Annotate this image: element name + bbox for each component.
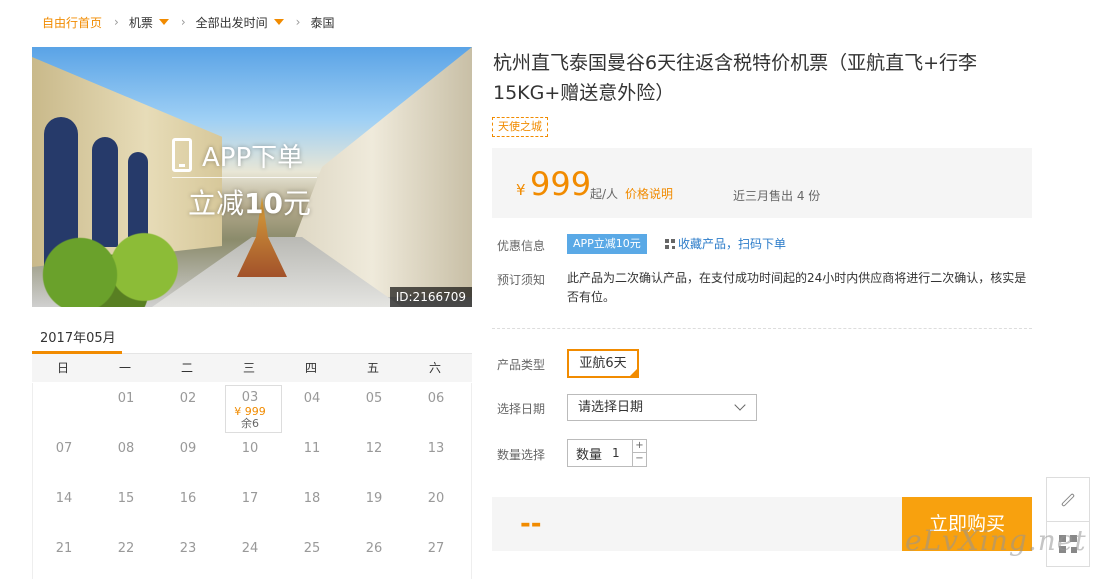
breadcrumb: 自由行首页 › 机票 › 全部出发时间 › 泰国: [42, 13, 335, 31]
calendar-day: 04: [303, 391, 321, 406]
product-tag: 天使之城: [492, 117, 548, 137]
favorite-scan-link[interactable]: 收藏产品，扫码下单: [665, 235, 786, 252]
weekday-mon: 一: [118, 361, 131, 375]
price-box: ¥ 999 起/人 价格说明 近三月售出 4 份: [492, 148, 1032, 218]
product-type-option[interactable]: 亚航6天: [567, 349, 639, 378]
calendar-day: 18: [303, 491, 321, 506]
sales-count: 近三月售出 4 份: [733, 189, 821, 203]
pencil-icon: [1060, 492, 1076, 507]
product-type-label: 产品类型: [497, 358, 546, 372]
calendar-month-tab[interactable]: 2017年05月: [40, 327, 116, 346]
quantity-decrement-button[interactable]: −: [633, 453, 646, 466]
calendar-day: 19: [365, 491, 383, 506]
product-type-option-label: 亚航6天: [579, 356, 627, 371]
promo-label: 优惠信息: [497, 239, 546, 253]
calendar-day: 05: [365, 391, 383, 406]
calendar-grid: 01 02 03 ¥ 999 余6 04 05 06 07 08 09 10 1…: [32, 383, 472, 579]
favorite-scan-label: 收藏产品，扫码下单: [678, 237, 787, 251]
app-promo-overlay: APP下单 立减10元: [172, 135, 317, 220]
calendar-day: 10: [241, 441, 259, 456]
notice-text: 此产品为二次确认产品，在支付成功时间起的24小时内供应商将进行二次确认，核实是否…: [567, 271, 1027, 304]
calendar-day: 02: [179, 391, 197, 406]
selected-check-icon: [629, 368, 638, 377]
price-unit: 起/人: [590, 187, 619, 201]
image-id-label: ID:2166709: [389, 287, 472, 307]
calendar-day: 15: [117, 491, 135, 506]
weekday-tue: 二: [180, 361, 193, 375]
quantity-label: 数量选择: [497, 448, 546, 462]
quantity-input[interactable]: 1: [612, 446, 634, 460]
calendar-day: 06: [427, 391, 445, 406]
breadcrumb-separator-icon: ›: [295, 15, 301, 29]
promo-line1: APP下单: [202, 142, 304, 173]
calendar-day: 08: [117, 441, 135, 456]
dropdown-triangle-icon: [273, 19, 284, 25]
chevron-down-icon: [734, 399, 746, 411]
breadcrumb-item-label: 机票: [128, 15, 153, 30]
arch-window-graphic: [128, 152, 148, 237]
calendar-day: 23: [179, 541, 197, 556]
feedback-button[interactable]: [1047, 478, 1089, 522]
trees-graphic: [32, 227, 192, 307]
price-currency: ¥: [516, 181, 526, 199]
product-image: APP下单 立减10元 ID:2166709: [32, 47, 472, 307]
breadcrumb-separator-icon: ›: [180, 15, 186, 29]
breadcrumb-item-thailand[interactable]: 泰国: [310, 14, 334, 31]
calendar-weekday-header: 日 一 二 三 四 五 六: [32, 354, 472, 382]
available-day-border: [225, 385, 282, 433]
calendar-day: 16: [179, 491, 197, 506]
quantity-increment-button[interactable]: +: [633, 440, 646, 453]
calendar-day: 14: [55, 491, 73, 506]
calendar-day: 12: [365, 441, 383, 456]
calendar-day: 22: [117, 541, 135, 556]
product-title: 杭州直飞泰国曼谷6天往返含税特价机票（亚航直飞+行李15KG+赠送意外险）: [493, 52, 978, 104]
promo-line2: 立减10元: [188, 187, 311, 220]
weekday-fri: 五: [366, 361, 379, 375]
promo-divider: [172, 177, 317, 178]
calendar-day: 17: [241, 491, 259, 506]
calendar-day: 27: [427, 541, 445, 556]
date-select[interactable]: 请选择日期: [567, 394, 757, 421]
calendar-day: 24: [241, 541, 259, 556]
breadcrumb-item-flights[interactable]: 机票: [129, 14, 169, 31]
weekday-thu: 四: [304, 361, 317, 375]
calendar-day: 11: [303, 441, 321, 456]
qr-code-icon: [665, 238, 675, 249]
calendar-day: 21: [55, 541, 73, 556]
breadcrumb-separator-icon: ›: [114, 15, 119, 29]
price-explain-link[interactable]: 价格说明: [625, 185, 673, 202]
weekday-sat: 六: [428, 361, 441, 375]
watermark: eLvXing.net: [905, 524, 1087, 557]
calendar-day-empty: [33, 383, 95, 433]
weekday-sun: 日: [56, 361, 69, 375]
date-select-placeholder: 请选择日期: [578, 400, 644, 415]
calendar-day: 25: [303, 541, 321, 556]
calendar-day-available[interactable]: 03 ¥ 999 余6: [219, 383, 282, 433]
calendar-day: 09: [179, 441, 197, 456]
quantity-inner-label: 数量: [576, 447, 603, 463]
calendar-day: 13: [427, 441, 445, 456]
calendar-day: 20: [427, 491, 445, 506]
breadcrumb-home-link[interactable]: 自由行首页: [42, 14, 102, 31]
calendar-day: 26: [365, 541, 383, 556]
section-divider: [492, 328, 1032, 329]
calendar-day: 07: [55, 441, 73, 456]
promo-badge: APP立减10元: [567, 234, 647, 254]
date-label: 选择日期: [497, 402, 546, 416]
calendar-day: 01: [117, 391, 135, 406]
total-price: --: [520, 509, 542, 539]
weekday-wed: 三: [242, 361, 255, 375]
notice-label: 预订须知: [497, 273, 546, 287]
breadcrumb-item-departure-time[interactable]: 全部出发时间: [196, 14, 284, 31]
dropdown-triangle-icon: [158, 19, 169, 25]
phone-icon: [172, 138, 192, 172]
quantity-stepper: 数量 1 + −: [567, 439, 647, 467]
price-amount: 999: [530, 165, 592, 203]
breadcrumb-item-label: 全部出发时间: [195, 15, 268, 30]
